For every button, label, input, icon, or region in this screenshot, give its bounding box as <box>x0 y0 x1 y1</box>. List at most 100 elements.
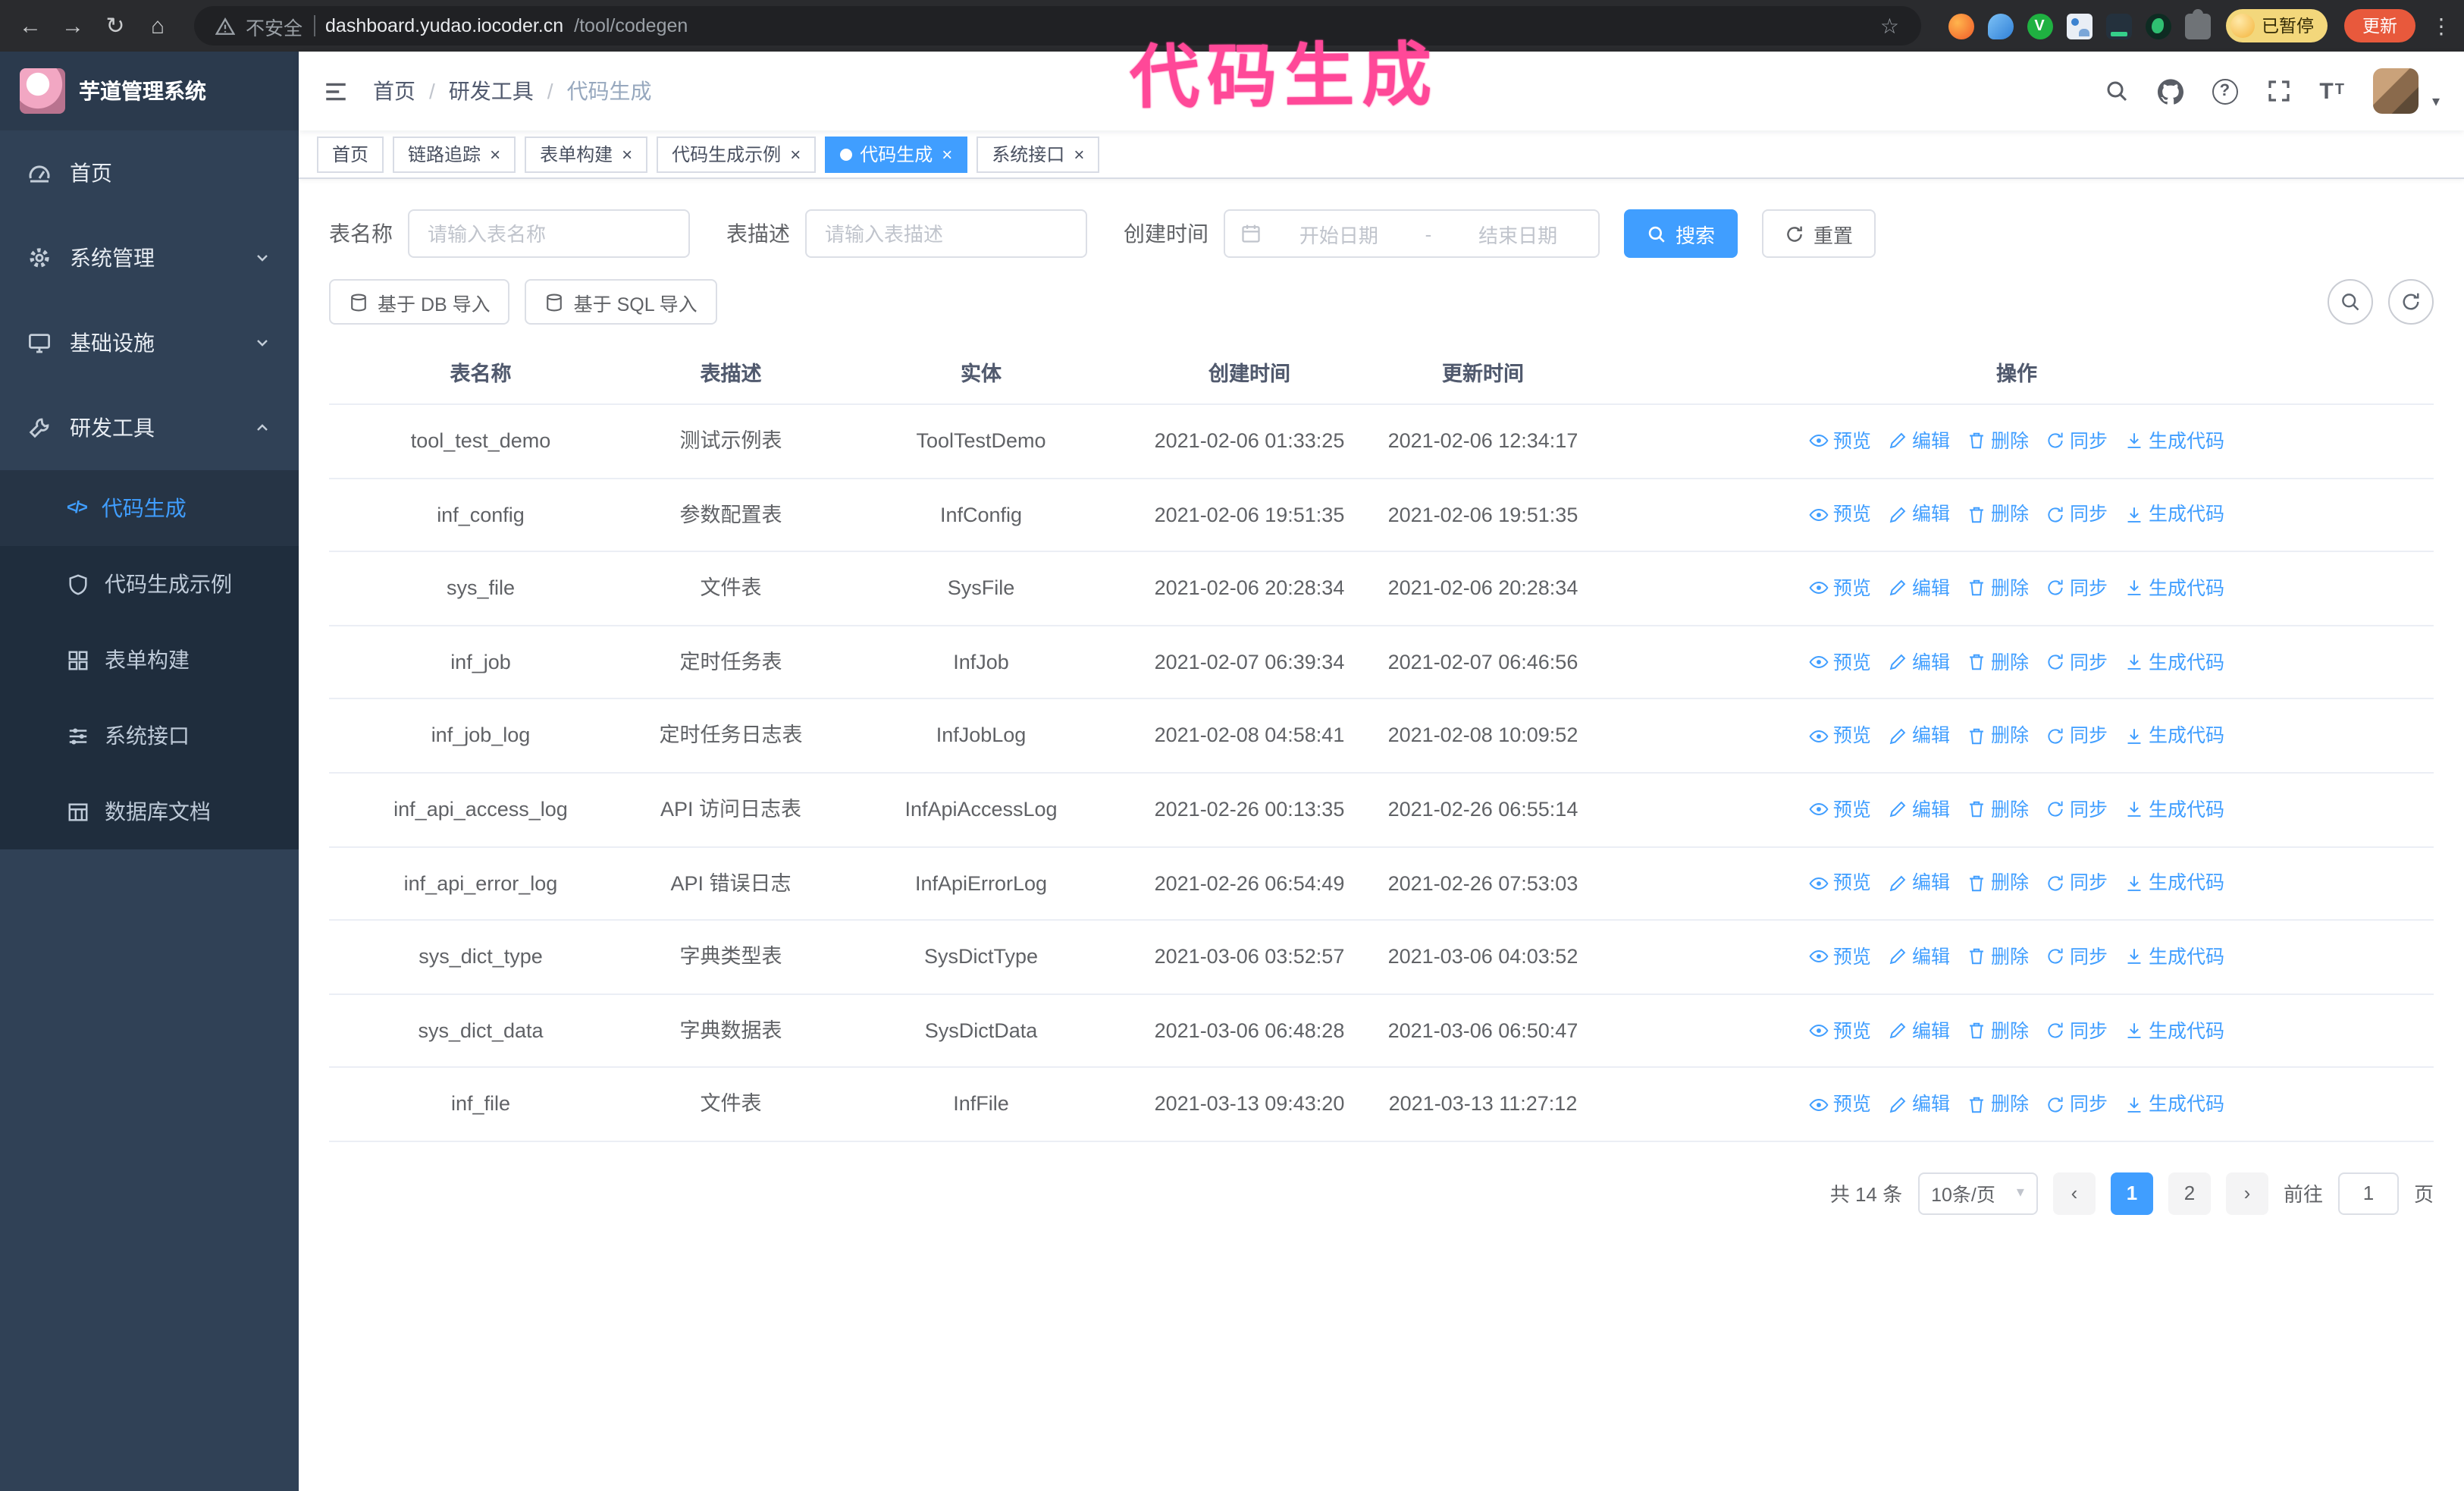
sync-link[interactable]: 同步 <box>2045 942 2108 972</box>
browser-forward-icon[interactable]: → <box>55 8 91 44</box>
generate-code-link[interactable]: 生成代码 <box>2124 573 2224 604</box>
extension-icon-3[interactable]: V <box>2027 13 2052 39</box>
delete-link[interactable]: 删除 <box>1967 1015 2029 1046</box>
sidebar-item-system[interactable]: 系统管理 <box>0 215 299 300</box>
sync-link[interactable]: 同步 <box>2045 868 2108 899</box>
breadcrumb-home[interactable]: 首页 <box>373 76 415 106</box>
generate-code-link[interactable]: 生成代码 <box>2124 720 2224 751</box>
import-sql-button[interactable]: 基于 SQL 导入 <box>525 279 717 325</box>
sidebar-item-infra[interactable]: 基础设施 <box>0 300 299 385</box>
preview-link[interactable]: 预览 <box>1809 426 1871 457</box>
search-button[interactable]: 搜索 <box>1624 209 1738 258</box>
bookmark-star-icon[interactable]: ☆ <box>1880 13 1899 39</box>
close-icon[interactable]: × <box>622 145 632 163</box>
preview-link[interactable]: 预览 <box>1809 573 1871 604</box>
table-desc-input[interactable] <box>805 209 1087 258</box>
preview-link[interactable]: 预览 <box>1809 795 1871 825</box>
extension-icon-2[interactable] <box>1987 13 2013 39</box>
avatar-caret-icon[interactable]: ▾ <box>2432 94 2440 114</box>
delete-link[interactable]: 删除 <box>1967 647 2029 677</box>
date-start-placeholder[interactable]: 开始日期 <box>1274 219 1404 248</box>
help-icon[interactable]: ? <box>2212 78 2238 104</box>
edit-link[interactable]: 编辑 <box>1888 573 1950 604</box>
sidebar-item-codegen-example[interactable]: 代码生成示例 <box>0 546 299 622</box>
generate-code-link[interactable]: 生成代码 <box>2124 426 2224 457</box>
github-icon[interactable] <box>2157 78 2183 104</box>
address-bar[interactable]: 不安全 dashboard.yudao.iocoder.cn/tool/code… <box>194 6 1920 46</box>
tab-tracing[interactable]: 链路追踪 × <box>393 136 516 172</box>
sync-link[interactable]: 同步 <box>2045 500 2108 530</box>
tab-form-builder[interactable]: 表单构建 × <box>525 136 648 172</box>
sidebar-item-api[interactable]: 系统接口 <box>0 698 299 774</box>
tab-home[interactable]: 首页 <box>317 136 384 172</box>
sidebar-item-devtools[interactable]: 研发工具 <box>0 385 299 470</box>
security-label[interactable]: 不安全 <box>246 11 303 40</box>
sync-link[interactable]: 同步 <box>2045 647 2108 677</box>
browser-back-icon[interactable]: ← <box>12 8 49 44</box>
extensions-puzzle-icon[interactable] <box>2184 8 2210 39</box>
generate-code-link[interactable]: 生成代码 <box>2124 500 2224 530</box>
extension-icon-4[interactable] <box>2066 13 2092 39</box>
extension-icon-6[interactable] <box>2145 13 2171 39</box>
preview-link[interactable]: 预览 <box>1809 720 1871 751</box>
delete-link[interactable]: 删除 <box>1967 795 2029 825</box>
preview-link[interactable]: 预览 <box>1809 1089 1871 1119</box>
tab-api[interactable]: 系统接口 × <box>977 136 1100 172</box>
table-name-input[interactable] <box>408 209 690 258</box>
generate-code-link[interactable]: 生成代码 <box>2124 1089 2224 1119</box>
sidebar-item-form-builder[interactable]: 表单构建 <box>0 622 299 698</box>
edit-link[interactable]: 编辑 <box>1888 720 1950 751</box>
font-size-icon[interactable]: TT <box>2319 80 2344 102</box>
extension-icon-5[interactable] <box>2105 13 2131 39</box>
browser-reload-icon[interactable]: ↻ <box>97 8 133 44</box>
breadcrumb-devtools[interactable]: 研发工具 <box>449 76 534 106</box>
page-size-select[interactable]: 10条/页 ▾ <box>1917 1172 2038 1215</box>
browser-menu-icon[interactable]: ⋮ <box>2431 13 2452 39</box>
delete-link[interactable]: 删除 <box>1967 1089 2029 1119</box>
date-end-placeholder[interactable]: 结束日期 <box>1453 219 1583 248</box>
delete-link[interactable]: 删除 <box>1967 868 2029 899</box>
delete-link[interactable]: 删除 <box>1967 720 2029 751</box>
fullscreen-icon[interactable] <box>2266 79 2290 103</box>
close-icon[interactable]: × <box>1074 145 1084 163</box>
edit-link[interactable]: 编辑 <box>1888 426 1950 457</box>
page-button-1[interactable]: 1 <box>2110 1172 2153 1215</box>
user-avatar[interactable] <box>2372 68 2419 114</box>
close-icon[interactable]: × <box>790 145 801 163</box>
preview-link[interactable]: 预览 <box>1809 942 1871 972</box>
page-button-2[interactable]: 2 <box>2168 1172 2211 1215</box>
extension-icon-1[interactable] <box>1948 13 1973 39</box>
prev-page-button[interactable]: ‹ <box>2052 1172 2096 1215</box>
edit-link[interactable]: 编辑 <box>1888 942 1950 972</box>
sync-link[interactable]: 同步 <box>2045 1089 2108 1119</box>
browser-update-button[interactable]: 更新 <box>2344 9 2415 42</box>
delete-link[interactable]: 删除 <box>1967 573 2029 604</box>
browser-home-icon[interactable]: ⌂ <box>140 8 176 44</box>
sync-link[interactable]: 同步 <box>2045 795 2108 825</box>
sidebar-item-db-doc[interactable]: 数据库文档 <box>0 774 299 849</box>
generate-code-link[interactable]: 生成代码 <box>2124 795 2224 825</box>
sync-link[interactable]: 同步 <box>2045 573 2108 604</box>
generate-code-link[interactable]: 生成代码 <box>2124 1015 2224 1046</box>
edit-link[interactable]: 编辑 <box>1888 795 1950 825</box>
preview-link[interactable]: 预览 <box>1809 1015 1871 1046</box>
tab-codegen[interactable]: 代码生成 × <box>825 136 968 172</box>
close-icon[interactable]: × <box>942 145 952 163</box>
edit-link[interactable]: 编辑 <box>1888 868 1950 899</box>
preview-link[interactable]: 预览 <box>1809 868 1871 899</box>
close-icon[interactable]: × <box>490 145 500 163</box>
hamburger-icon[interactable] <box>323 78 349 104</box>
generate-code-link[interactable]: 生成代码 <box>2124 942 2224 972</box>
sidebar-item-codegen[interactable]: </> 代码生成 <box>0 470 299 546</box>
preview-link[interactable]: 预览 <box>1809 647 1871 677</box>
sync-link[interactable]: 同步 <box>2045 1015 2108 1046</box>
goto-page-input[interactable] <box>2337 1172 2399 1215</box>
generate-code-link[interactable]: 生成代码 <box>2124 647 2224 677</box>
next-page-button[interactable]: › <box>2225 1172 2268 1215</box>
delete-link[interactable]: 删除 <box>1967 500 2029 530</box>
sync-link[interactable]: 同步 <box>2045 720 2108 751</box>
toggle-search-button[interactable] <box>2328 279 2373 325</box>
profile-sync-paused-chip[interactable]: 已暂停 <box>2225 9 2328 42</box>
import-db-button[interactable]: 基于 DB 导入 <box>329 279 510 325</box>
delete-link[interactable]: 删除 <box>1967 942 2029 972</box>
